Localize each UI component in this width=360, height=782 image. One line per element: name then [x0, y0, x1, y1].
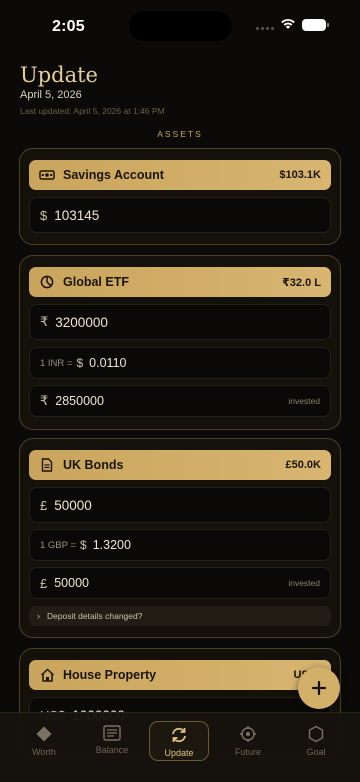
tab-label: Balance — [95, 745, 129, 755]
invested-tag: invested — [288, 578, 320, 588]
wifi-icon — [281, 19, 295, 29]
tab-balance[interactable]: Balance — [82, 721, 142, 761]
currency-symbol: $ — [80, 538, 87, 552]
tab-goal[interactable]: Goal — [286, 721, 346, 761]
tab-label: Update — [164, 748, 194, 758]
asset-total: ₹32.0 L — [282, 276, 321, 289]
add-asset-button[interactable] — [298, 667, 340, 709]
currency-symbol: ₹ — [40, 393, 49, 408]
invested-value: 2850000 — [55, 394, 104, 408]
tab-future[interactable]: Future — [218, 721, 278, 761]
asset-name: House Property — [63, 668, 157, 682]
asset-card-savings: Savings Account $103.1K $ 103145 — [19, 148, 341, 245]
currency-symbol: $ — [40, 207, 48, 223]
chevron-right-icon: › — [37, 611, 40, 621]
dynamic-island — [129, 11, 232, 41]
cash-icon — [39, 167, 55, 183]
exchange-rate-input[interactable]: 1 INR = $ 0.0110 — [29, 347, 331, 379]
last-updated-text: Last updated: April 5, 2026 at 1:46 PM — [20, 106, 165, 116]
sync-icon — [172, 727, 186, 743]
asset-header-savings[interactable]: Savings Account $103.1K — [29, 160, 331, 190]
battery-icon — [302, 19, 329, 31]
tab-label: Future — [234, 747, 261, 757]
balance-input[interactable]: $ 103145 — [29, 197, 331, 233]
asset-header-global-etf[interactable]: Global ETF ₹32.0 L — [29, 267, 331, 297]
tab-update[interactable]: Update — [149, 721, 209, 761]
asset-name: Savings Account — [63, 168, 164, 182]
tab-bar: Worth Balance Update Future Goal — [0, 712, 360, 782]
rate-prefix: 1 GBP = — [40, 539, 77, 551]
rate-value: 0.0110 — [89, 356, 127, 370]
rate-value: 1.3200 — [92, 538, 131, 552]
currency-symbol: ₹ — [40, 314, 49, 329]
invested-input[interactable]: ₹ 2850000 invested — [29, 385, 331, 417]
currency-symbol: $ — [76, 356, 84, 370]
invested-input[interactable]: £ 50000 invested — [29, 567, 331, 599]
current-date: April 5, 2026 — [20, 89, 82, 101]
plus-icon — [311, 680, 327, 696]
invested-value: 50000 — [54, 576, 89, 590]
rate-prefix: 1 INR = — [40, 357, 73, 369]
deposit-prompt-text: Deposit details changed? — [47, 611, 143, 621]
balance-input[interactable]: £ 50000 — [29, 487, 331, 523]
tab-label: Goal — [306, 747, 326, 757]
currency-symbol: £ — [40, 497, 48, 513]
house-icon — [39, 667, 55, 683]
asset-header-house-property[interactable]: House Property US$1 — [29, 660, 331, 690]
asset-header-uk-bonds[interactable]: UK Bonds £50.0K — [29, 450, 331, 480]
asset-card-uk-bonds: UK Bonds £50.0K £ 50000 1 GBP = $ 1.3200… — [19, 438, 341, 638]
asset-card-global-etf: Global ETF ₹32.0 L ₹ 3200000 1 INR = $ 0… — [19, 255, 341, 430]
ledger-icon — [103, 725, 121, 741]
currency-symbol: £ — [40, 575, 48, 591]
balance-input[interactable]: ₹ 3200000 — [29, 304, 331, 340]
hexagon-icon — [308, 725, 324, 743]
status-bar: 2:05 — [0, 0, 360, 54]
asset-name: UK Bonds — [63, 458, 124, 472]
page-title: Update — [20, 63, 98, 87]
deposit-details-toggle[interactable]: › Deposit details changed? — [29, 606, 331, 626]
balance-value: 3200000 — [55, 314, 108, 330]
tab-label: Worth — [32, 747, 56, 757]
exchange-rate-input[interactable]: 1 GBP = $ 1.3200 — [29, 529, 331, 561]
document-icon — [39, 457, 55, 473]
tab-worth[interactable]: Worth — [14, 721, 74, 761]
assets-section-label: ASSETS — [157, 129, 203, 139]
diamond-icon — [36, 726, 52, 742]
target-icon — [240, 726, 256, 742]
signal-icon — [256, 27, 274, 30]
pie-chart-icon — [39, 274, 55, 290]
asset-total: £50.0K — [285, 459, 321, 471]
balance-value: 50000 — [54, 497, 92, 513]
asset-total: $103.1K — [279, 169, 321, 181]
status-time: 2:05 — [52, 18, 85, 35]
balance-value: 103145 — [54, 207, 100, 223]
asset-name: Global ETF — [63, 275, 129, 289]
invested-tag: invested — [288, 396, 320, 406]
